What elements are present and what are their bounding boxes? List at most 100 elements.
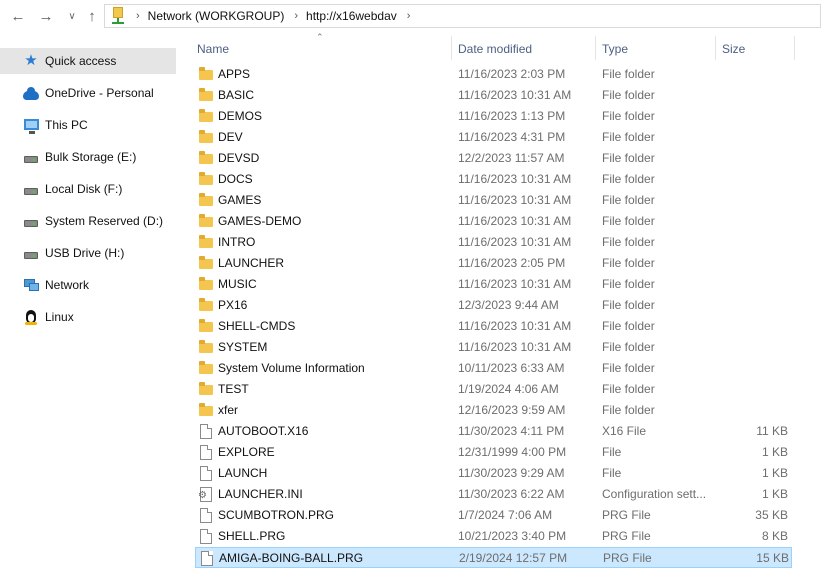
file-size <box>718 358 788 379</box>
file-name: MUSIC <box>218 277 257 291</box>
forward-arrow-icon[interactable]: → <box>37 7 55 25</box>
file-row[interactable]: SCUMBOTRON.PRG 1/7/2024 7:06 AM PRG File 35… <box>195 505 792 526</box>
file-size: 1 KB <box>761 466 788 480</box>
sidebar-item-label: OneDrive - Personal <box>45 86 154 100</box>
file-row[interactable]: SHELL.PRG 10/21/2023 3:40 PM PRG File 8 KB <box>195 526 792 547</box>
file-date-modified: 11/16/2023 2:03 PM <box>458 67 566 81</box>
column-divider[interactable] <box>451 36 452 60</box>
file-row[interactable]: EXPLORE 12/31/1999 4:00 PM File 1 KB <box>195 442 792 463</box>
file-row[interactable]: DEVSD 12/2/2023 11:57 AM File folder <box>195 148 792 169</box>
file-date-modified: 11/16/2023 4:31 PM <box>458 130 566 144</box>
file-row[interactable]: PX16 12/3/2023 9:44 AM File folder <box>195 295 792 316</box>
file-name: BASIC <box>218 88 255 102</box>
breadcrumb-separator-icon[interactable]: › <box>294 10 298 22</box>
file-icon <box>199 466 213 481</box>
folder-icon <box>199 319 213 334</box>
sidebar-item-bulk-storage[interactable]: Bulk Storage (E:) <box>0 144 176 170</box>
folder-icon <box>199 214 213 229</box>
drive-icon <box>22 149 40 165</box>
file-size <box>718 274 788 295</box>
back-arrow-icon[interactable]: ← <box>9 7 27 25</box>
column-divider[interactable] <box>794 36 795 60</box>
file-row[interactable]: LAUNCH 11/30/2023 9:29 AM File 1 KB <box>195 463 792 484</box>
file-name: DEVSD <box>218 151 260 165</box>
file-type: File folder <box>602 382 655 396</box>
file-size: 1 KB <box>761 445 788 459</box>
file-row[interactable]: LAUNCHER.INI 11/30/2023 6:22 AM Configurat… <box>195 484 792 505</box>
file-row[interactable]: AUTOBOOT.X16 11/30/2023 4:11 PM X16 File 11… <box>195 421 792 442</box>
column-divider[interactable] <box>595 36 596 60</box>
breadcrumb-separator-icon[interactable]: › <box>136 10 140 22</box>
file-size <box>718 169 788 190</box>
folder-icon <box>199 109 213 124</box>
sidebar-item-this-pc[interactable]: This PC <box>0 112 176 138</box>
folder-icon <box>199 130 213 145</box>
file-name: AMIGA-BOING-BALL.PRG <box>219 551 364 565</box>
file-size <box>718 64 788 85</box>
column-header-name[interactable]: Name <box>197 38 447 60</box>
column-divider[interactable] <box>715 36 716 60</box>
file-type: File folder <box>602 130 655 144</box>
file-name: SYSTEM <box>218 340 268 354</box>
folder-icon <box>199 151 213 166</box>
file-name: SHELL-CMDS <box>218 319 296 333</box>
file-type: PRG File <box>602 529 651 543</box>
file-size <box>718 379 788 400</box>
file-row[interactable]: SHELL-CMDS 11/16/2023 10:31 AM File folder <box>195 316 792 337</box>
file-row[interactable]: DOCS 11/16/2023 10:31 AM File folder <box>195 169 792 190</box>
column-header-date-modified[interactable]: Date modified <box>458 38 594 60</box>
sidebar-item-linux[interactable]: Linux <box>0 304 176 330</box>
breadcrumb-network-workgroup[interactable]: Network (WORKGROUP) <box>148 9 285 23</box>
breadcrumb-separator-icon[interactable]: › <box>407 10 411 22</box>
file-icon <box>200 551 214 566</box>
column-header-size[interactable]: Size <box>722 38 792 60</box>
sidebar-item-quick-access[interactable]: ★ Quick access <box>0 48 176 74</box>
sidebar-item-label: Linux <box>45 310 74 324</box>
file-row[interactable]: LAUNCHER 11/16/2023 2:05 PM File folder <box>195 253 792 274</box>
file-row[interactable]: System Volume Information 10/11/2023 6:33… <box>195 358 792 379</box>
column-header-type[interactable]: Type <box>602 38 714 60</box>
sidebar-item-local-disk[interactable]: Local Disk (F:) <box>0 176 176 202</box>
file-type: File folder <box>602 193 655 207</box>
file-type: File folder <box>602 361 655 375</box>
up-arrow-icon[interactable]: ↑ <box>83 7 101 25</box>
file-row[interactable]: GAMES 11/16/2023 10:31 AM File folder <box>195 190 792 211</box>
file-row[interactable]: APPS 11/16/2023 2:03 PM File folder <box>195 64 792 85</box>
file-name: EXPLORE <box>218 445 275 459</box>
file-size: 8 KB <box>761 529 788 543</box>
sidebar-item-network[interactable]: Network <box>0 272 176 298</box>
file-row[interactable]: INTRO 11/16/2023 10:31 AM File folder <box>195 232 792 253</box>
file-row[interactable]: SYSTEM 11/16/2023 10:31 AM File folder <box>195 337 792 358</box>
file-date-modified: 11/16/2023 10:31 AM <box>458 214 572 228</box>
recent-locations-chevron-icon[interactable]: ∨ <box>63 7 81 25</box>
file-date-modified: 1/19/2024 4:06 AM <box>458 382 559 396</box>
file-size: 1 KB <box>761 487 788 501</box>
address-bar[interactable]: › Network (WORKGROUP) › http://x16webdav… <box>104 4 821 28</box>
file-row[interactable]: DEMOS 11/16/2023 1:13 PM File folder <box>195 106 792 127</box>
sidebar-item-usb-drive[interactable]: USB Drive (H:) <box>0 240 176 266</box>
file-type: File folder <box>602 67 655 81</box>
monitor-icon <box>22 117 40 134</box>
file-row[interactable]: MUSIC 11/16/2023 10:31 AM File folder <box>195 274 792 295</box>
config-file-icon <box>198 487 213 502</box>
sidebar-item-label: Local Disk (F:) <box>45 182 123 196</box>
sidebar-item-onedrive[interactable]: OneDrive - Personal <box>0 80 176 106</box>
file-size <box>718 337 788 358</box>
network-location-icon <box>110 7 126 25</box>
file-row[interactable]: DEV 11/16/2023 4:31 PM File folder <box>195 127 792 148</box>
folder-icon <box>199 382 213 397</box>
folder-icon <box>199 235 213 250</box>
breadcrumb-webdav[interactable]: http://x16webdav <box>306 9 397 23</box>
file-size <box>718 232 788 253</box>
file-date-modified: 11/16/2023 10:31 AM <box>458 319 572 333</box>
file-row[interactable]: AMIGA-BOING-BALL.PRG 2/19/2024 12:57 PM PR… <box>195 547 792 568</box>
file-name: LAUNCH <box>218 466 268 480</box>
file-size <box>718 148 788 169</box>
file-type: File folder <box>602 172 655 186</box>
sidebar-item-label: Quick access <box>45 54 117 68</box>
file-row[interactable]: xfer 12/16/2023 9:59 AM File folder <box>195 400 792 421</box>
file-row[interactable]: BASIC 11/16/2023 10:31 AM File folder <box>195 85 792 106</box>
sidebar-item-system-reserved[interactable]: System Reserved (D:) <box>0 208 176 234</box>
file-row[interactable]: GAMES-DEMO 11/16/2023 10:31 AM File folder <box>195 211 792 232</box>
file-row[interactable]: TEST 1/19/2024 4:06 AM File folder <box>195 379 792 400</box>
